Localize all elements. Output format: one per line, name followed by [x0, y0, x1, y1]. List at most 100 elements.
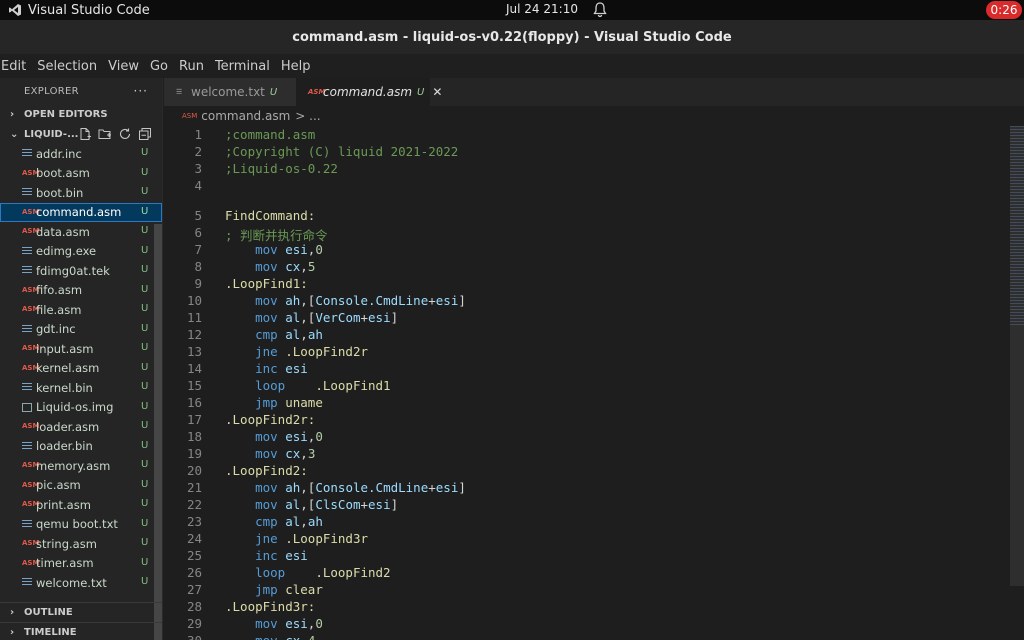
- tab-command-asm[interactable]: ASM command.asm U ✕: [296, 78, 442, 106]
- file-item[interactable]: ASM pic.asm U: [0, 476, 162, 496]
- breadcrumb-file[interactable]: command.asm: [201, 109, 290, 123]
- close-icon[interactable]: ✕: [432, 85, 442, 99]
- code-line[interactable]: 30 mov cx,4: [164, 633, 1010, 640]
- minimap[interactable]: [1010, 126, 1024, 640]
- code-line[interactable]: 23 cmp al,ah: [164, 514, 1010, 531]
- clock[interactable]: Jul 24 21:10: [506, 2, 578, 16]
- code-line[interactable]: 27 jmp clear: [164, 582, 1010, 599]
- code-line[interactable]: 12 cmp al,ah: [164, 327, 1010, 344]
- file-name: boot.bin: [36, 185, 84, 200]
- code-line[interactable]: 6 ; 判断并执行命令: [164, 225, 1010, 243]
- code-token: inc: [225, 361, 286, 376]
- file-item[interactable]: edimg.exe U: [0, 242, 162, 262]
- file-name: print.asm: [36, 497, 91, 512]
- file-item[interactable]: ASM loader.asm U: [0, 417, 162, 437]
- asm-file-icon: ASM: [22, 363, 40, 372]
- code-line[interactable]: 8 mov cx,5: [164, 259, 1010, 276]
- code-line[interactable]: 25 inc esi: [164, 548, 1010, 565]
- code-token: ah: [285, 293, 301, 308]
- code-line[interactable]: 29 mov esi,0: [164, 616, 1010, 633]
- code-line[interactable]: 16 jmp uname: [164, 395, 1010, 412]
- breadcrumb-rest[interactable]: > ...: [295, 109, 320, 123]
- line-number: 18: [186, 429, 202, 444]
- line-number: 2: [194, 144, 202, 159]
- file-item[interactable]: Liquid-os.img U: [0, 398, 162, 418]
- minimap-slider[interactable]: [1010, 126, 1024, 586]
- refresh-icon[interactable]: [118, 127, 132, 141]
- file-item[interactable]: kernel.bin U: [0, 378, 162, 398]
- tab-welcome-txt[interactable]: ☰ welcome.txt U: [164, 78, 296, 106]
- file-item[interactable]: ASM memory.asm U: [0, 456, 162, 476]
- menu-item-selection[interactable]: Selection: [37, 59, 102, 74]
- file-item[interactable]: ASM kernel.asm U: [0, 359, 162, 379]
- file-item[interactable]: ASM print.asm U: [0, 495, 162, 515]
- code-line[interactable]: 24 jne .LoopFind3r: [164, 531, 1010, 548]
- file-item[interactable]: ASM string.asm U: [0, 534, 162, 554]
- code-token: esi: [368, 310, 391, 325]
- git-status-badge: U: [141, 420, 149, 431]
- code-text: mov al,[ClsCom+esi]: [225, 497, 398, 512]
- code-line[interactable]: 22 mov al,[ClsCom+esi]: [164, 497, 1010, 514]
- code-editor[interactable]: 1 ;command.asm 2 ;Copyright (C) liquid 2021…: [164, 126, 1010, 640]
- code-line[interactable]: 9 .LoopFind1:: [164, 276, 1010, 293]
- code-line[interactable]: 7 mov esi,0: [164, 242, 1010, 259]
- outline-section[interactable]: › OUTLINE: [0, 602, 162, 622]
- collapse-all-icon[interactable]: [138, 127, 152, 141]
- menu-item-edit[interactable]: Edit: [1, 59, 31, 74]
- file-item[interactable]: ASM input.asm U: [0, 339, 162, 359]
- file-item[interactable]: ASM fifo.asm U: [0, 281, 162, 301]
- line-number: 29: [186, 616, 202, 631]
- sidebar-scrollbar[interactable]: [154, 224, 162, 640]
- file-item[interactable]: fdimg0at.tek U: [0, 261, 162, 281]
- active-app-menu[interactable]: Visual Studio Code: [0, 3, 150, 18]
- menu-item-help[interactable]: Help: [281, 59, 316, 74]
- code-line[interactable]: 2 ;Copyright (C) liquid 2021-2022: [164, 144, 1010, 161]
- code-line[interactable]: 17 .LoopFind2r:: [164, 412, 1010, 429]
- file-item[interactable]: ASM data.asm U: [0, 222, 162, 242]
- menu-item-run[interactable]: Run: [179, 59, 209, 74]
- code-text: mov al,[VerCom+esi]: [225, 310, 398, 325]
- code-line[interactable]: 18 mov esi,0: [164, 429, 1010, 446]
- recording-timer[interactable]: 0:26: [986, 1, 1022, 19]
- code-token: cmp: [225, 327, 286, 342]
- menu-item-view[interactable]: View: [108, 59, 144, 74]
- file-item[interactable]: ASM file.asm U: [0, 300, 162, 320]
- file-item[interactable]: gdt.inc U: [0, 320, 162, 340]
- open-editors-section[interactable]: › OPEN EDITORS: [0, 104, 162, 124]
- timeline-section[interactable]: › TIMELINE: [0, 622, 162, 640]
- file-name: timer.asm: [36, 556, 94, 571]
- code-line[interactable]: 5 FindCommand:: [164, 208, 1010, 225]
- file-item[interactable]: welcome.txt U: [0, 573, 162, 593]
- file-item[interactable]: ASM command.asm U: [0, 202, 162, 222]
- code-line[interactable]: 26 loop .LoopFind2: [164, 565, 1010, 582]
- code-line[interactable]: 4: [164, 178, 1010, 195]
- folder-section[interactable]: ⌄ LIQUID-...: [0, 124, 162, 144]
- more-actions-icon[interactable]: ···: [134, 84, 148, 98]
- tab-label: command.asm: [323, 85, 413, 99]
- file-item[interactable]: boot.bin U: [0, 183, 162, 203]
- asm-file-icon: ASM: [308, 88, 326, 96]
- menu-item-terminal[interactable]: Terminal: [215, 59, 275, 74]
- line-number: 28: [186, 599, 202, 614]
- new-folder-icon[interactable]: [98, 127, 112, 141]
- code-line[interactable]: 21 mov ah,[Console.CmdLine+esi]: [164, 480, 1010, 497]
- file-item[interactable]: ASM boot.asm U: [0, 164, 162, 184]
- code-line[interactable]: 13 jne .LoopFind2r: [164, 344, 1010, 361]
- new-file-icon[interactable]: [78, 127, 92, 141]
- file-item[interactable]: loader.bin U: [0, 437, 162, 457]
- code-line[interactable]: 3 ;Liquid-os-0.22: [164, 161, 1010, 178]
- code-line[interactable]: 1 ;command.asm: [164, 127, 1010, 144]
- code-line[interactable]: 19 mov cx,3: [164, 446, 1010, 463]
- code-line[interactable]: 28 .LoopFind3r:: [164, 599, 1010, 616]
- menu-item-go[interactable]: Go: [150, 59, 173, 74]
- code-line[interactable]: 20 .LoopFind2:: [164, 463, 1010, 480]
- code-line[interactable]: 10 mov ah,[Console.CmdLine+esi]: [164, 293, 1010, 310]
- code-line[interactable]: 11 mov al,[VerCom+esi]: [164, 310, 1010, 327]
- code-line[interactable]: 15 loop .LoopFind1: [164, 378, 1010, 395]
- file-item[interactable]: qemu boot.txt U: [0, 515, 162, 535]
- code-token: ]: [390, 497, 399, 512]
- file-item[interactable]: addr.inc U: [0, 144, 162, 164]
- file-item[interactable]: ASM timer.asm U: [0, 554, 162, 574]
- bell-icon[interactable]: [592, 1, 608, 19]
- code-line[interactable]: 14 inc esi: [164, 361, 1010, 378]
